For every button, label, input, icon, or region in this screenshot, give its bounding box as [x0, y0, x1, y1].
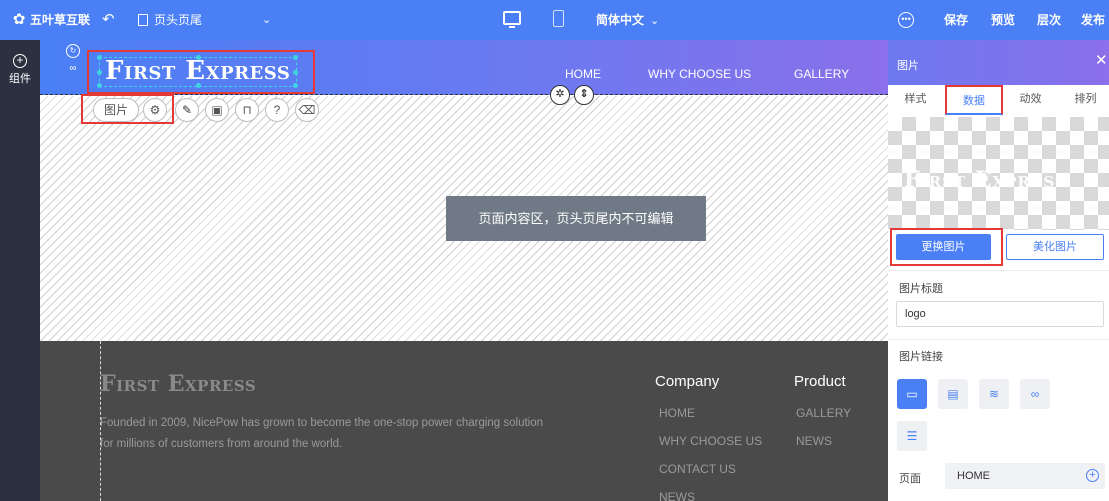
footer-link-home[interactable]: HOME	[659, 406, 695, 420]
brand-name: 五叶草互联	[30, 13, 91, 27]
nav-why-choose-us[interactable]: WHY CHOOSE US	[648, 67, 751, 81]
divider	[888, 339, 1109, 340]
footer-link-contact-us[interactable]: CONTACT US	[659, 462, 736, 476]
link-document-icon[interactable]: ▤	[938, 379, 968, 409]
content-locked-message: 页面内容区，页头页尾内不可编辑	[446, 196, 706, 241]
site-header[interactable]: ↻ ∞ First Express HOME WHY CHOOSE US GAL…	[40, 40, 888, 95]
resize-frame-icon[interactable]: ▣	[205, 98, 229, 122]
tab-arrange[interactable]: 排列	[1058, 85, 1109, 115]
section-move-updown-icon[interactable]: ⇕	[574, 85, 594, 105]
tab-data[interactable]: 数据	[945, 85, 1003, 115]
page-select[interactable]: HOME +	[945, 463, 1105, 489]
image-title-input[interactable]: logo	[896, 301, 1104, 327]
footer-link-news[interactable]: NEWS	[659, 490, 695, 501]
tab-style[interactable]: 样式	[888, 85, 943, 115]
resize-handle-icon[interactable]	[97, 55, 102, 60]
page-selector-label: 页头页尾	[154, 13, 203, 27]
nav-home[interactable]: HOME	[565, 67, 601, 81]
undo-element-icon[interactable]: ↻	[66, 44, 80, 58]
left-rail: + 组件	[0, 40, 40, 501]
publish-button[interactable]: 发布	[1081, 0, 1105, 40]
components-label[interactable]: 组件	[0, 70, 40, 86]
image-preview[interactable]: First Express	[888, 117, 1109, 230]
link-page-icon[interactable]: ▭	[897, 379, 927, 409]
clover-logo-icon: ✿	[12, 11, 26, 28]
page-select-value: HOME	[957, 470, 990, 482]
image-title-label: 图片标题	[899, 283, 943, 295]
divider	[888, 270, 1109, 271]
mobile-view-icon[interactable]	[553, 10, 564, 27]
link-list-icon[interactable]: ☰	[897, 421, 927, 451]
desktop-view-icon[interactable]	[503, 11, 521, 28]
document-icon	[138, 14, 148, 26]
properties-panel: 图片 ✕ 样式 数据 动效 排列 First Express 更换图片 美化图片…	[888, 40, 1109, 501]
tab-animation[interactable]: 动效	[1003, 85, 1058, 115]
close-icon[interactable]: ✕	[1095, 53, 1108, 68]
add-component-icon[interactable]: +	[13, 54, 27, 68]
footer-link-news-product[interactable]: NEWS	[796, 434, 832, 448]
link-layers-icon[interactable]: ≋	[979, 379, 1009, 409]
layers-button[interactable]: 层次	[1037, 0, 1061, 40]
add-page-icon[interactable]: +	[1086, 469, 1099, 482]
language-chevron-down-icon: ⌄	[650, 15, 660, 27]
nav-gallery[interactable]: GALLERY	[794, 67, 849, 81]
panel-header: 图片 ✕	[888, 40, 1109, 85]
lock-icon[interactable]: ⊓	[235, 98, 259, 122]
magic-wand-icon[interactable]: ✎	[175, 98, 199, 122]
resize-handle-icon[interactable]	[97, 70, 102, 75]
more-options-icon[interactable]: •••	[898, 12, 914, 28]
panel-tabs: 样式 数据 动效 排列	[888, 85, 1109, 115]
section-settings-gear-icon[interactable]: ✲	[550, 85, 570, 105]
panel-title: 图片	[897, 60, 919, 72]
resize-handle-icon[interactable]	[293, 55, 298, 60]
page-selector[interactable]: 页头页尾	[138, 0, 202, 40]
link-chain-icon[interactable]: ∞	[66, 63, 80, 77]
resize-handle-icon[interactable]	[97, 83, 102, 88]
settings-gear-icon[interactable]: ⚙	[143, 98, 167, 122]
language-selector[interactable]: 简体中文 ⌄	[596, 0, 659, 40]
preview-button[interactable]: 预览	[991, 0, 1015, 40]
site-logo-text[interactable]: First Express	[105, 56, 290, 86]
link-url-icon[interactable]: ∞	[1020, 379, 1050, 409]
beautify-image-button[interactable]: 美化图片	[1006, 234, 1104, 260]
editor-canvas: ↻ ∞ First Express HOME WHY CHOOSE US GAL…	[40, 40, 888, 501]
logo-highlight-box: First Express	[87, 50, 315, 94]
help-icon[interactable]: ?	[265, 98, 289, 122]
page-label: 页面	[899, 473, 921, 485]
top-bar: ✿ 五叶草互联 ↶ 页头页尾 ⌄ 简体中文 ⌄ ••• 保存 预览 层次 发布	[0, 0, 1109, 40]
footer-description-line: Founded in 2009, NicePow has grown to be…	[100, 417, 544, 429]
resize-handle-icon[interactable]	[293, 83, 298, 88]
footer-logo-text[interactable]: First Express	[100, 371, 256, 397]
language-label: 简体中文	[596, 13, 645, 27]
footer-link-why-choose-us[interactable]: WHY CHOOSE US	[659, 434, 762, 448]
footer-company-title: Company	[655, 373, 720, 390]
page-selector-chevron-down-icon[interactable]: ⌄	[262, 0, 271, 40]
change-image-button[interactable]: 更换图片	[896, 234, 991, 260]
footer-description-line: for millions of customers from around th…	[100, 438, 343, 450]
delete-trash-icon[interactable]: ⌫	[295, 98, 319, 122]
save-button[interactable]: 保存	[944, 0, 968, 40]
site-footer[interactable]: First Express Founded in 2009, NicePow h…	[40, 341, 888, 501]
image-type-pill[interactable]: 图片	[93, 98, 139, 122]
footer-product-title: Product	[794, 373, 846, 390]
resize-handle-icon[interactable]	[293, 70, 298, 75]
page-content-area: 页面内容区，页头页尾内不可编辑	[40, 96, 888, 341]
footer-description[interactable]: Founded in 2009, NicePow has grown to be…	[100, 413, 560, 455]
brand-logo[interactable]: ✿ 五叶草互联	[10, 0, 90, 40]
footer-link-gallery[interactable]: GALLERY	[796, 406, 851, 420]
image-preview-logo: First Express	[904, 167, 1067, 193]
image-link-label: 图片链接	[899, 351, 943, 363]
undo-icon[interactable]: ↶	[102, 0, 115, 40]
